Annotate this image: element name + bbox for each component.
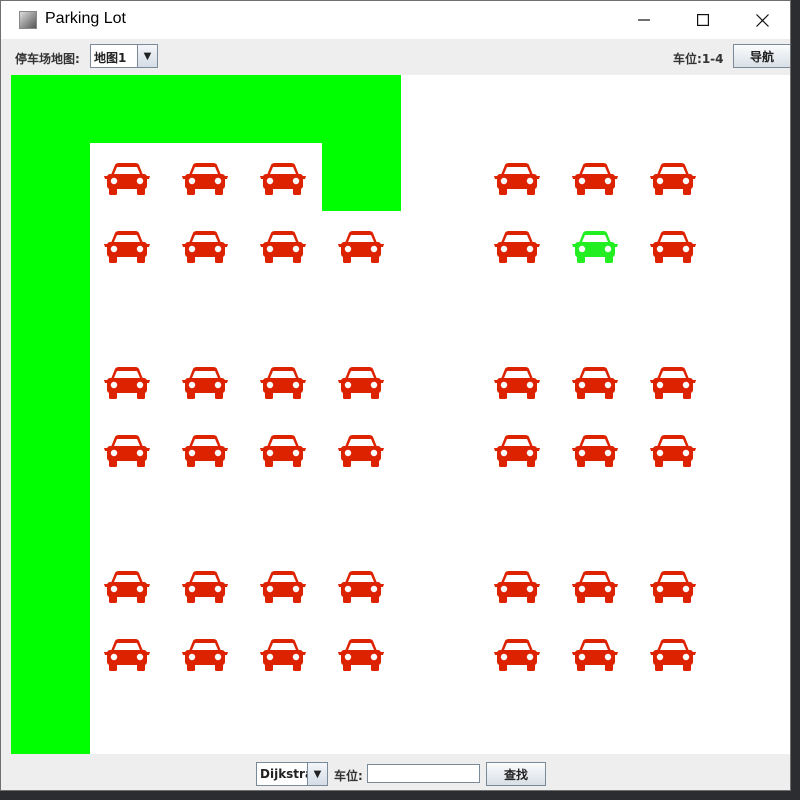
maximize-button[interactable] [674,1,732,39]
car-icon[interactable] [337,570,385,604]
current-spot-label: 车位: [673,52,702,66]
app-window: Parking Lot 停车场地图: 地图1 ▼ 车位:1-4 导航 Dijks… [0,0,791,791]
java-app-icon [19,11,37,29]
car-icon[interactable] [103,570,151,604]
search-button[interactable]: 查找 [486,762,546,786]
current-spot-display: 车位:1-4 [673,50,724,67]
parking-map [11,75,790,754]
toolbar: 停车场地图: 地图1 ▼ 车位:1-4 导航 [1,39,790,75]
minimize-icon [638,19,650,21]
car-icon[interactable] [103,434,151,468]
car-icon[interactable] [649,638,697,672]
car-icon[interactable] [493,366,541,400]
road-left [11,75,90,754]
car-icon[interactable] [571,638,619,672]
bottom-bar: Dijkstra ▼ 车位: 查找 [1,754,790,790]
car-icon[interactable] [181,230,229,264]
car-icon[interactable] [181,434,229,468]
window-title: Parking Lot [45,10,126,27]
close-button[interactable] [733,1,790,39]
navigate-button[interactable]: 导航 [733,44,790,68]
title-bar[interactable]: Parking Lot [1,1,790,39]
car-icon[interactable] [259,230,307,264]
desktop-background-bottom [0,791,800,800]
car-icon[interactable] [571,434,619,468]
car-icon[interactable] [103,366,151,400]
car-icon[interactable] [103,230,151,264]
car-icon[interactable] [103,638,151,672]
car-icon[interactable] [259,638,307,672]
road-entrance [322,75,401,211]
car-icon[interactable] [181,162,229,196]
car-icon[interactable] [649,366,697,400]
car-icon[interactable] [337,230,385,264]
car-icon[interactable] [649,434,697,468]
minimize-button[interactable] [615,1,673,39]
car-icon[interactable] [337,366,385,400]
map-select[interactable]: 地图1 ▼ [90,44,158,68]
car-icon[interactable] [649,162,697,196]
car-icon[interactable] [337,434,385,468]
close-icon [755,13,769,27]
car-icon-target-spot[interactable] [571,230,619,264]
car-icon[interactable] [259,570,307,604]
algorithm-select-value: Dijkstra [260,767,314,781]
car-icon[interactable] [571,366,619,400]
car-icon[interactable] [181,638,229,672]
maximize-icon [697,14,709,26]
current-spot-value: 1-4 [701,52,724,66]
car-icon[interactable] [649,570,697,604]
chevron-down-icon[interactable]: ▼ [137,45,157,67]
car-icon[interactable] [571,162,619,196]
algorithm-select[interactable]: Dijkstra ▼ [256,762,328,786]
car-icon[interactable] [493,162,541,196]
car-icon[interactable] [493,434,541,468]
car-icon[interactable] [493,638,541,672]
car-icon[interactable] [259,434,307,468]
car-icon[interactable] [571,570,619,604]
map-select-value: 地图1 [94,51,127,65]
map-label: 停车场地图: [15,52,80,66]
spot-input[interactable] [367,764,480,783]
car-icon[interactable] [259,366,307,400]
desktop-background-right [791,0,800,800]
car-icon[interactable] [181,570,229,604]
car-icon[interactable] [181,366,229,400]
car-icon[interactable] [649,230,697,264]
car-icon[interactable] [493,230,541,264]
car-icon[interactable] [259,162,307,196]
car-icon[interactable] [103,162,151,196]
car-icon[interactable] [337,638,385,672]
chevron-down-icon[interactable]: ▼ [307,763,327,785]
spot-input-label: 车位: [334,769,363,783]
car-icon[interactable] [493,570,541,604]
